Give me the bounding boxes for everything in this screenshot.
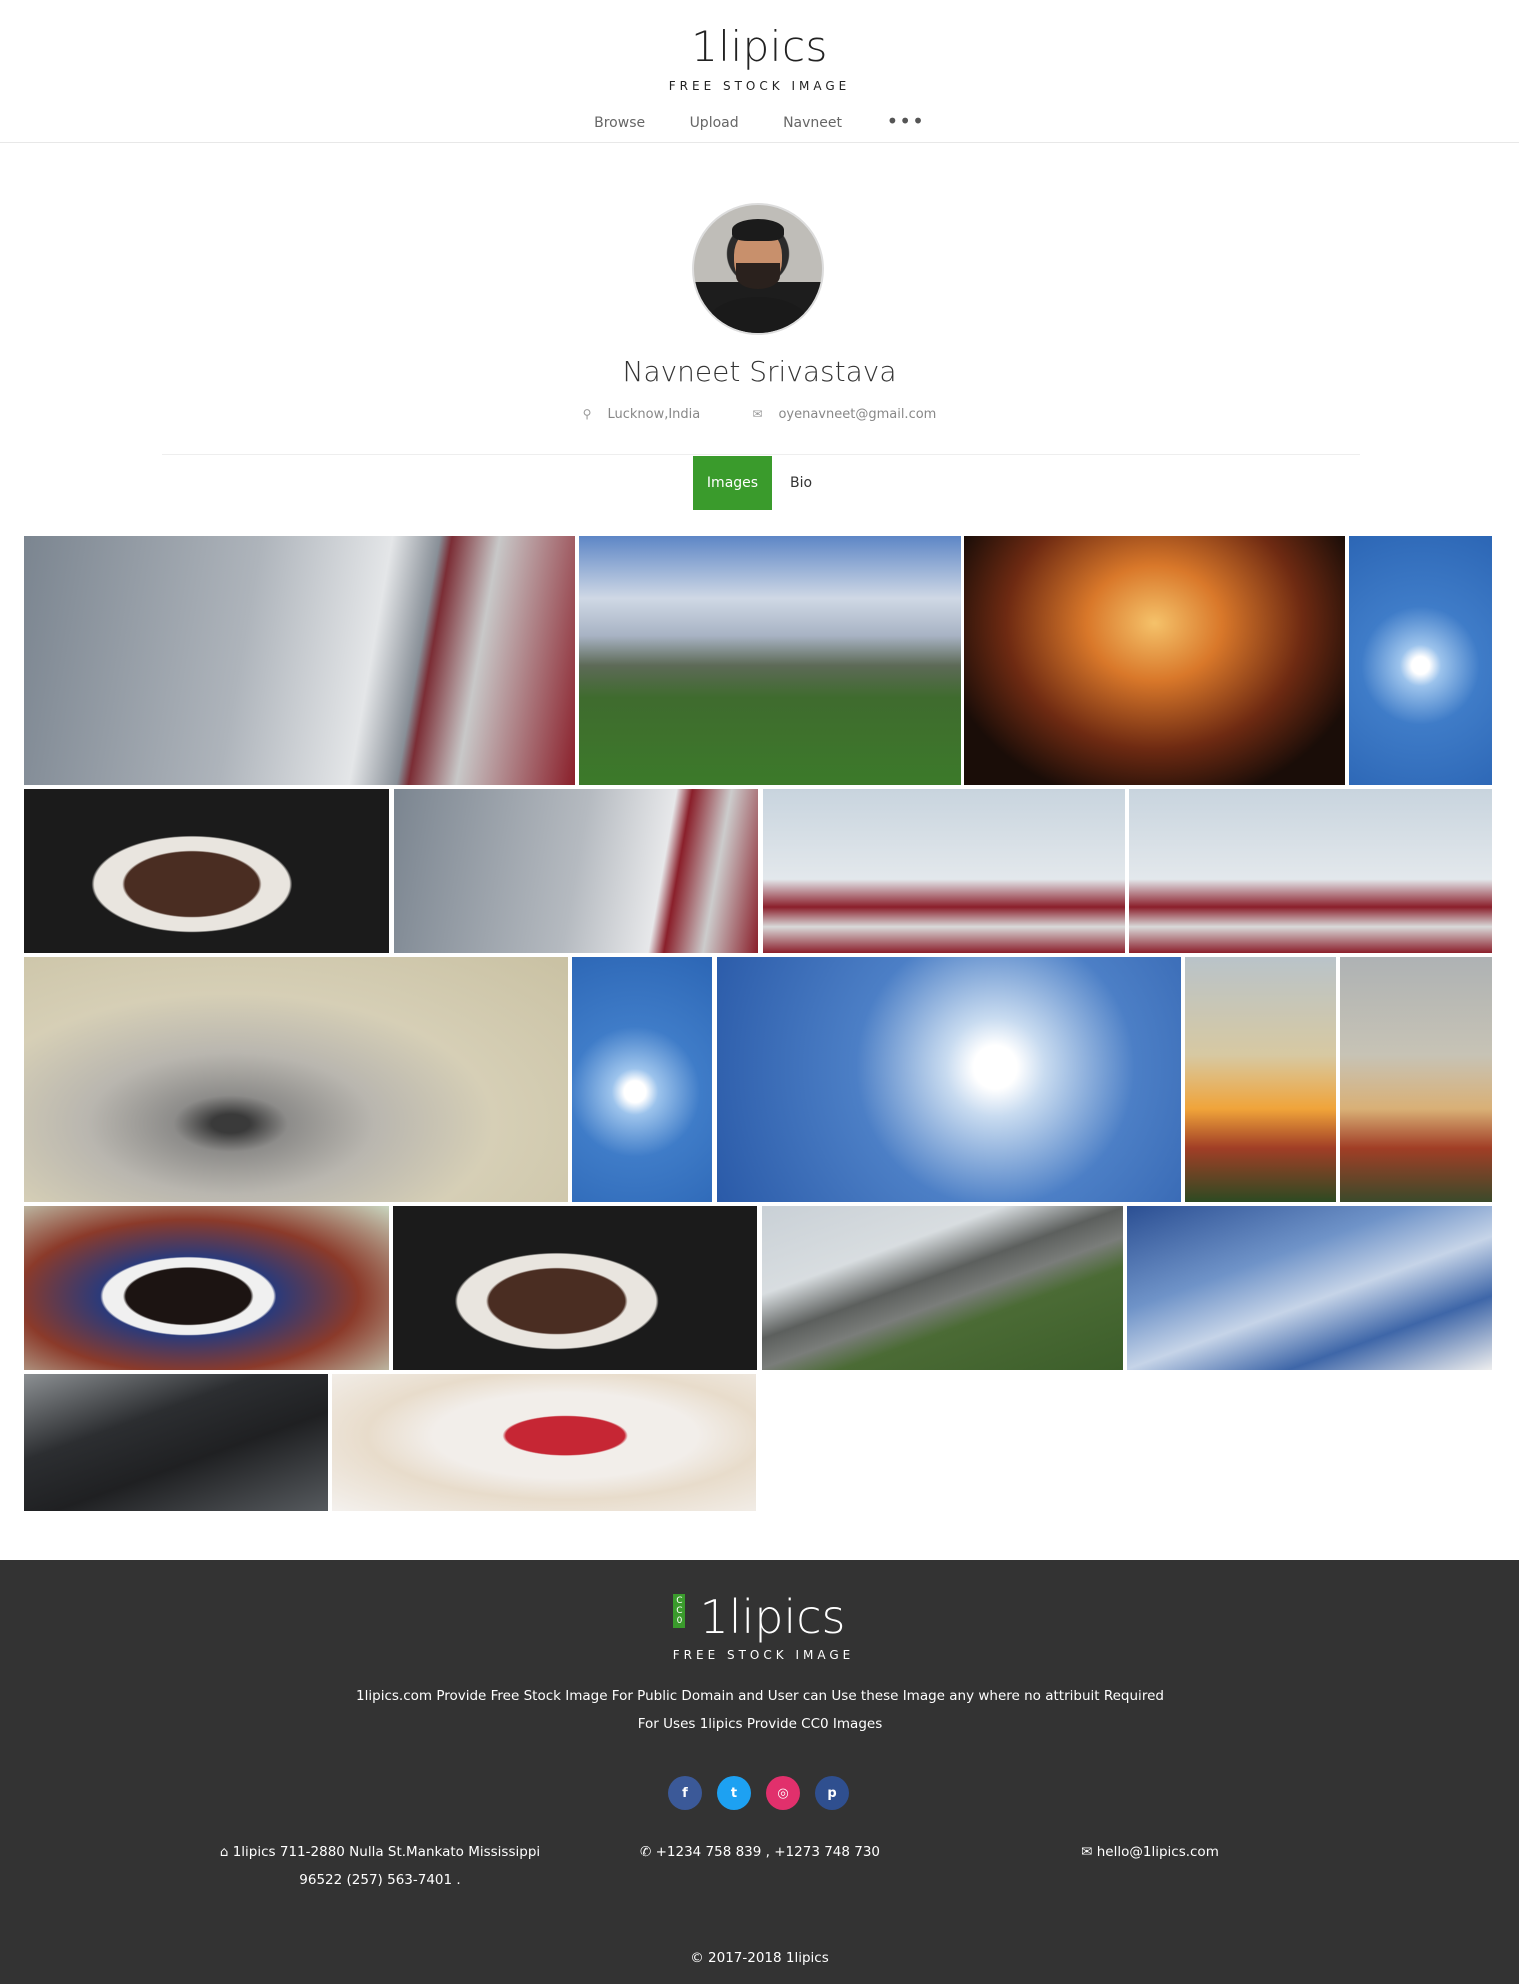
footer-email-link[interactable]: hello@1lipics.com xyxy=(1097,1844,1219,1860)
footer-description-line: For Uses 1lipics Provide CC0 Images xyxy=(637,1716,883,1732)
copyright: © 2017-2018 1lipics xyxy=(690,1950,829,1966)
phone-numbers[interactable]: +1234 758 839 , +1273 748 730 xyxy=(656,1844,880,1860)
footer-description: 1lipics.com Provide Free Stock Image For… xyxy=(350,1682,1170,1738)
envelope-icon: ✉ xyxy=(752,407,763,421)
nav-user[interactable]: Navneet xyxy=(783,115,842,131)
gallery-image[interactable] xyxy=(717,957,1181,1202)
gallery-image[interactable] xyxy=(394,789,758,953)
footer-logo[interactable]: CC0 1lipics xyxy=(0,1590,1519,1644)
profile-meta: ⚲ Lucknow,India ✉ oyenavneet@gmail.com xyxy=(0,407,1519,422)
gallery-image[interactable] xyxy=(762,1206,1123,1370)
gallery-image[interactable] xyxy=(763,789,1125,953)
cc0-badge: CC0 xyxy=(673,1594,686,1628)
site-footer: CC0 1lipics FREE STOCK IMAGE 1lipics.com … xyxy=(0,1560,1519,1984)
footer-logo-title: 1lipics xyxy=(699,1590,846,1644)
gallery-image[interactable] xyxy=(964,536,1345,785)
footer-tagline: FREE STOCK IMAGE xyxy=(672,1648,855,1662)
phone-icon: ✆ xyxy=(639,1844,656,1860)
tab-images[interactable]: Images xyxy=(693,456,772,510)
divider xyxy=(162,454,1360,455)
footer-phone: ✆ +1234 758 839 , +1273 748 730 xyxy=(620,1838,900,1866)
tab-bio[interactable]: Bio xyxy=(790,475,812,491)
footer-email: ✉ hello@1lipics.com xyxy=(1040,1838,1260,1866)
profile-location: Lucknow,India xyxy=(607,407,701,422)
instagram-icon[interactable]: ◎ xyxy=(766,1776,800,1810)
gallery-image[interactable] xyxy=(1127,1206,1492,1370)
nav-browse[interactable]: Browse xyxy=(594,115,645,131)
pinterest-icon[interactable]: p xyxy=(815,1776,849,1810)
envelope-icon: ✉ xyxy=(1081,1844,1097,1860)
footer-address: ⌂ 1lipics 711-2880 Nulla St.Mankato Miss… xyxy=(200,1838,560,1894)
home-icon: ⌂ xyxy=(219,1844,233,1860)
site-tagline: FREE STOCK IMAGE xyxy=(668,79,851,93)
gallery-image[interactable] xyxy=(579,536,961,785)
image-gallery xyxy=(0,526,1519,1544)
site-logo[interactable]: 1lipics xyxy=(0,22,1519,71)
facebook-icon[interactable]: f xyxy=(668,1776,702,1810)
address-line: 96522 (257) 563-7401 . xyxy=(299,1872,461,1888)
gallery-image[interactable] xyxy=(1340,957,1492,1202)
gallery-image[interactable] xyxy=(24,957,568,1202)
site-header: 1lipics FREE STOCK IMAGE Browse Upload N… xyxy=(0,0,1519,143)
gallery-image[interactable] xyxy=(24,789,389,953)
footer-description-line: 1lipics.com Provide Free Stock Image For… xyxy=(356,1688,1164,1704)
gallery-image[interactable] xyxy=(1129,789,1492,953)
main-nav: Browse Upload Navneet ••• xyxy=(0,108,1519,133)
gallery-image[interactable] xyxy=(24,1374,328,1511)
map-pin-icon: ⚲ xyxy=(582,407,592,421)
avatar xyxy=(692,203,824,335)
profile-name: Navneet Srivastava xyxy=(622,355,897,388)
twitter-icon[interactable]: t xyxy=(717,1776,751,1810)
address-line: 1lipics 711-2880 Nulla St.Mankato Missis… xyxy=(232,1844,541,1860)
gallery-image[interactable] xyxy=(1185,957,1336,1202)
nav-upload[interactable]: Upload xyxy=(690,115,739,131)
gallery-image[interactable] xyxy=(24,536,575,785)
gallery-image[interactable] xyxy=(332,1374,756,1511)
gallery-image[interactable] xyxy=(24,1206,389,1370)
profile-tabs: Images Bio xyxy=(693,456,812,510)
gallery-image[interactable] xyxy=(393,1206,757,1370)
profile-section: Navneet Srivastava ⚲ Lucknow,India ✉ oyena… xyxy=(0,143,1519,526)
more-menu-icon[interactable]: ••• xyxy=(886,109,924,133)
profile-email[interactable]: oyenavneet@gmail.com xyxy=(778,407,936,422)
gallery-image[interactable] xyxy=(572,957,712,1202)
gallery-image[interactable] xyxy=(1349,536,1492,785)
